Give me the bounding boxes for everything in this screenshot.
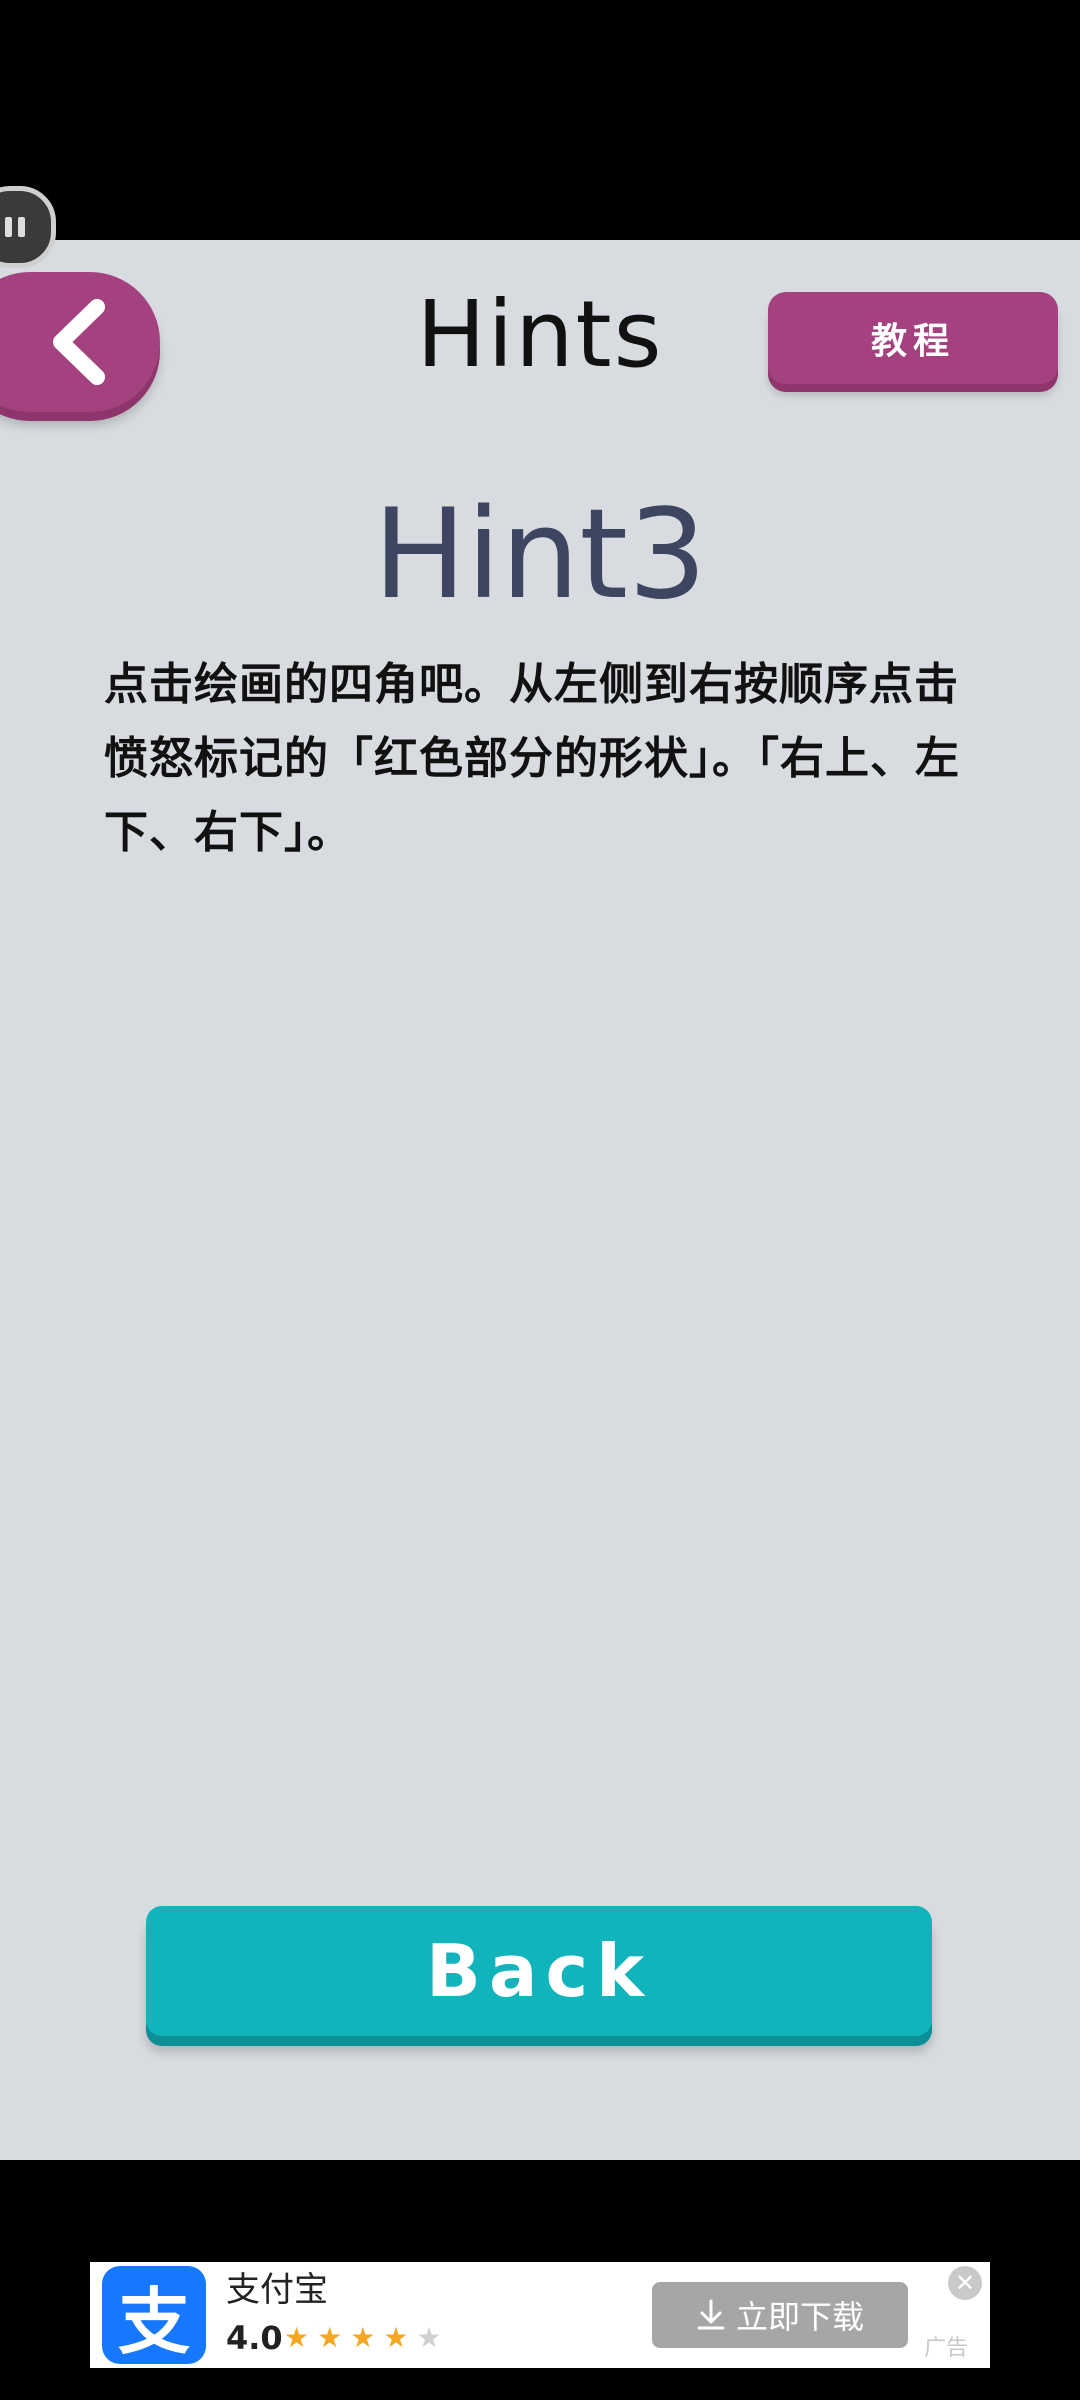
alipay-app-icon: 支 [102, 2266, 206, 2364]
back-button[interactable]: Back [146, 1906, 932, 2036]
tutorial-button[interactable]: 教程 [768, 292, 1058, 384]
hint-text: 点击绘画的四角吧。从左侧到右按顺序点击愤怒标记的「红色部分的形状」。「右上、左下… [104, 659, 960, 858]
star-filled-icon: ★ [317, 2321, 351, 2354]
game-panel: Hints 教程 Hint3 点击绘画的四角吧。从左侧到右按顺序点击愤怒标记的「… [0, 240, 1080, 2160]
ad-rating: 4.0 [226, 2319, 283, 2357]
screen: Hints 教程 Hint3 点击绘画的四角吧。从左侧到右按顺序点击愤怒标记的「… [0, 0, 1080, 2400]
pause-bar-icon [18, 217, 25, 237]
ad-app-name: 支付宝 [226, 2270, 328, 2310]
star-filled-icon: ★ [383, 2321, 417, 2354]
page-title: Hints [416, 281, 664, 388]
star-empty-icon: ★ [416, 2321, 450, 2354]
download-icon [697, 2299, 725, 2330]
close-icon[interactable]: ✕ [948, 2266, 982, 2300]
ad-download-label: 立即下载 [735, 2298, 864, 2336]
ad-rating-stars: ★★★★★ [284, 2318, 450, 2358]
pause-bar-icon [5, 217, 12, 237]
ad-download-button[interactable]: 立即下载 [652, 2282, 908, 2348]
ad-banner[interactable]: 支 支付宝 4.0 ★★★★★ 立即下载 ✕ 广告 [90, 2262, 990, 2368]
back-arrow-button[interactable] [0, 272, 160, 412]
star-filled-icon: ★ [284, 2321, 318, 2354]
star-filled-icon: ★ [350, 2321, 384, 2354]
ad-label: 广告 [924, 2336, 969, 2361]
hint-heading: Hint3 [373, 483, 707, 627]
chevron-left-icon [53, 299, 105, 385]
